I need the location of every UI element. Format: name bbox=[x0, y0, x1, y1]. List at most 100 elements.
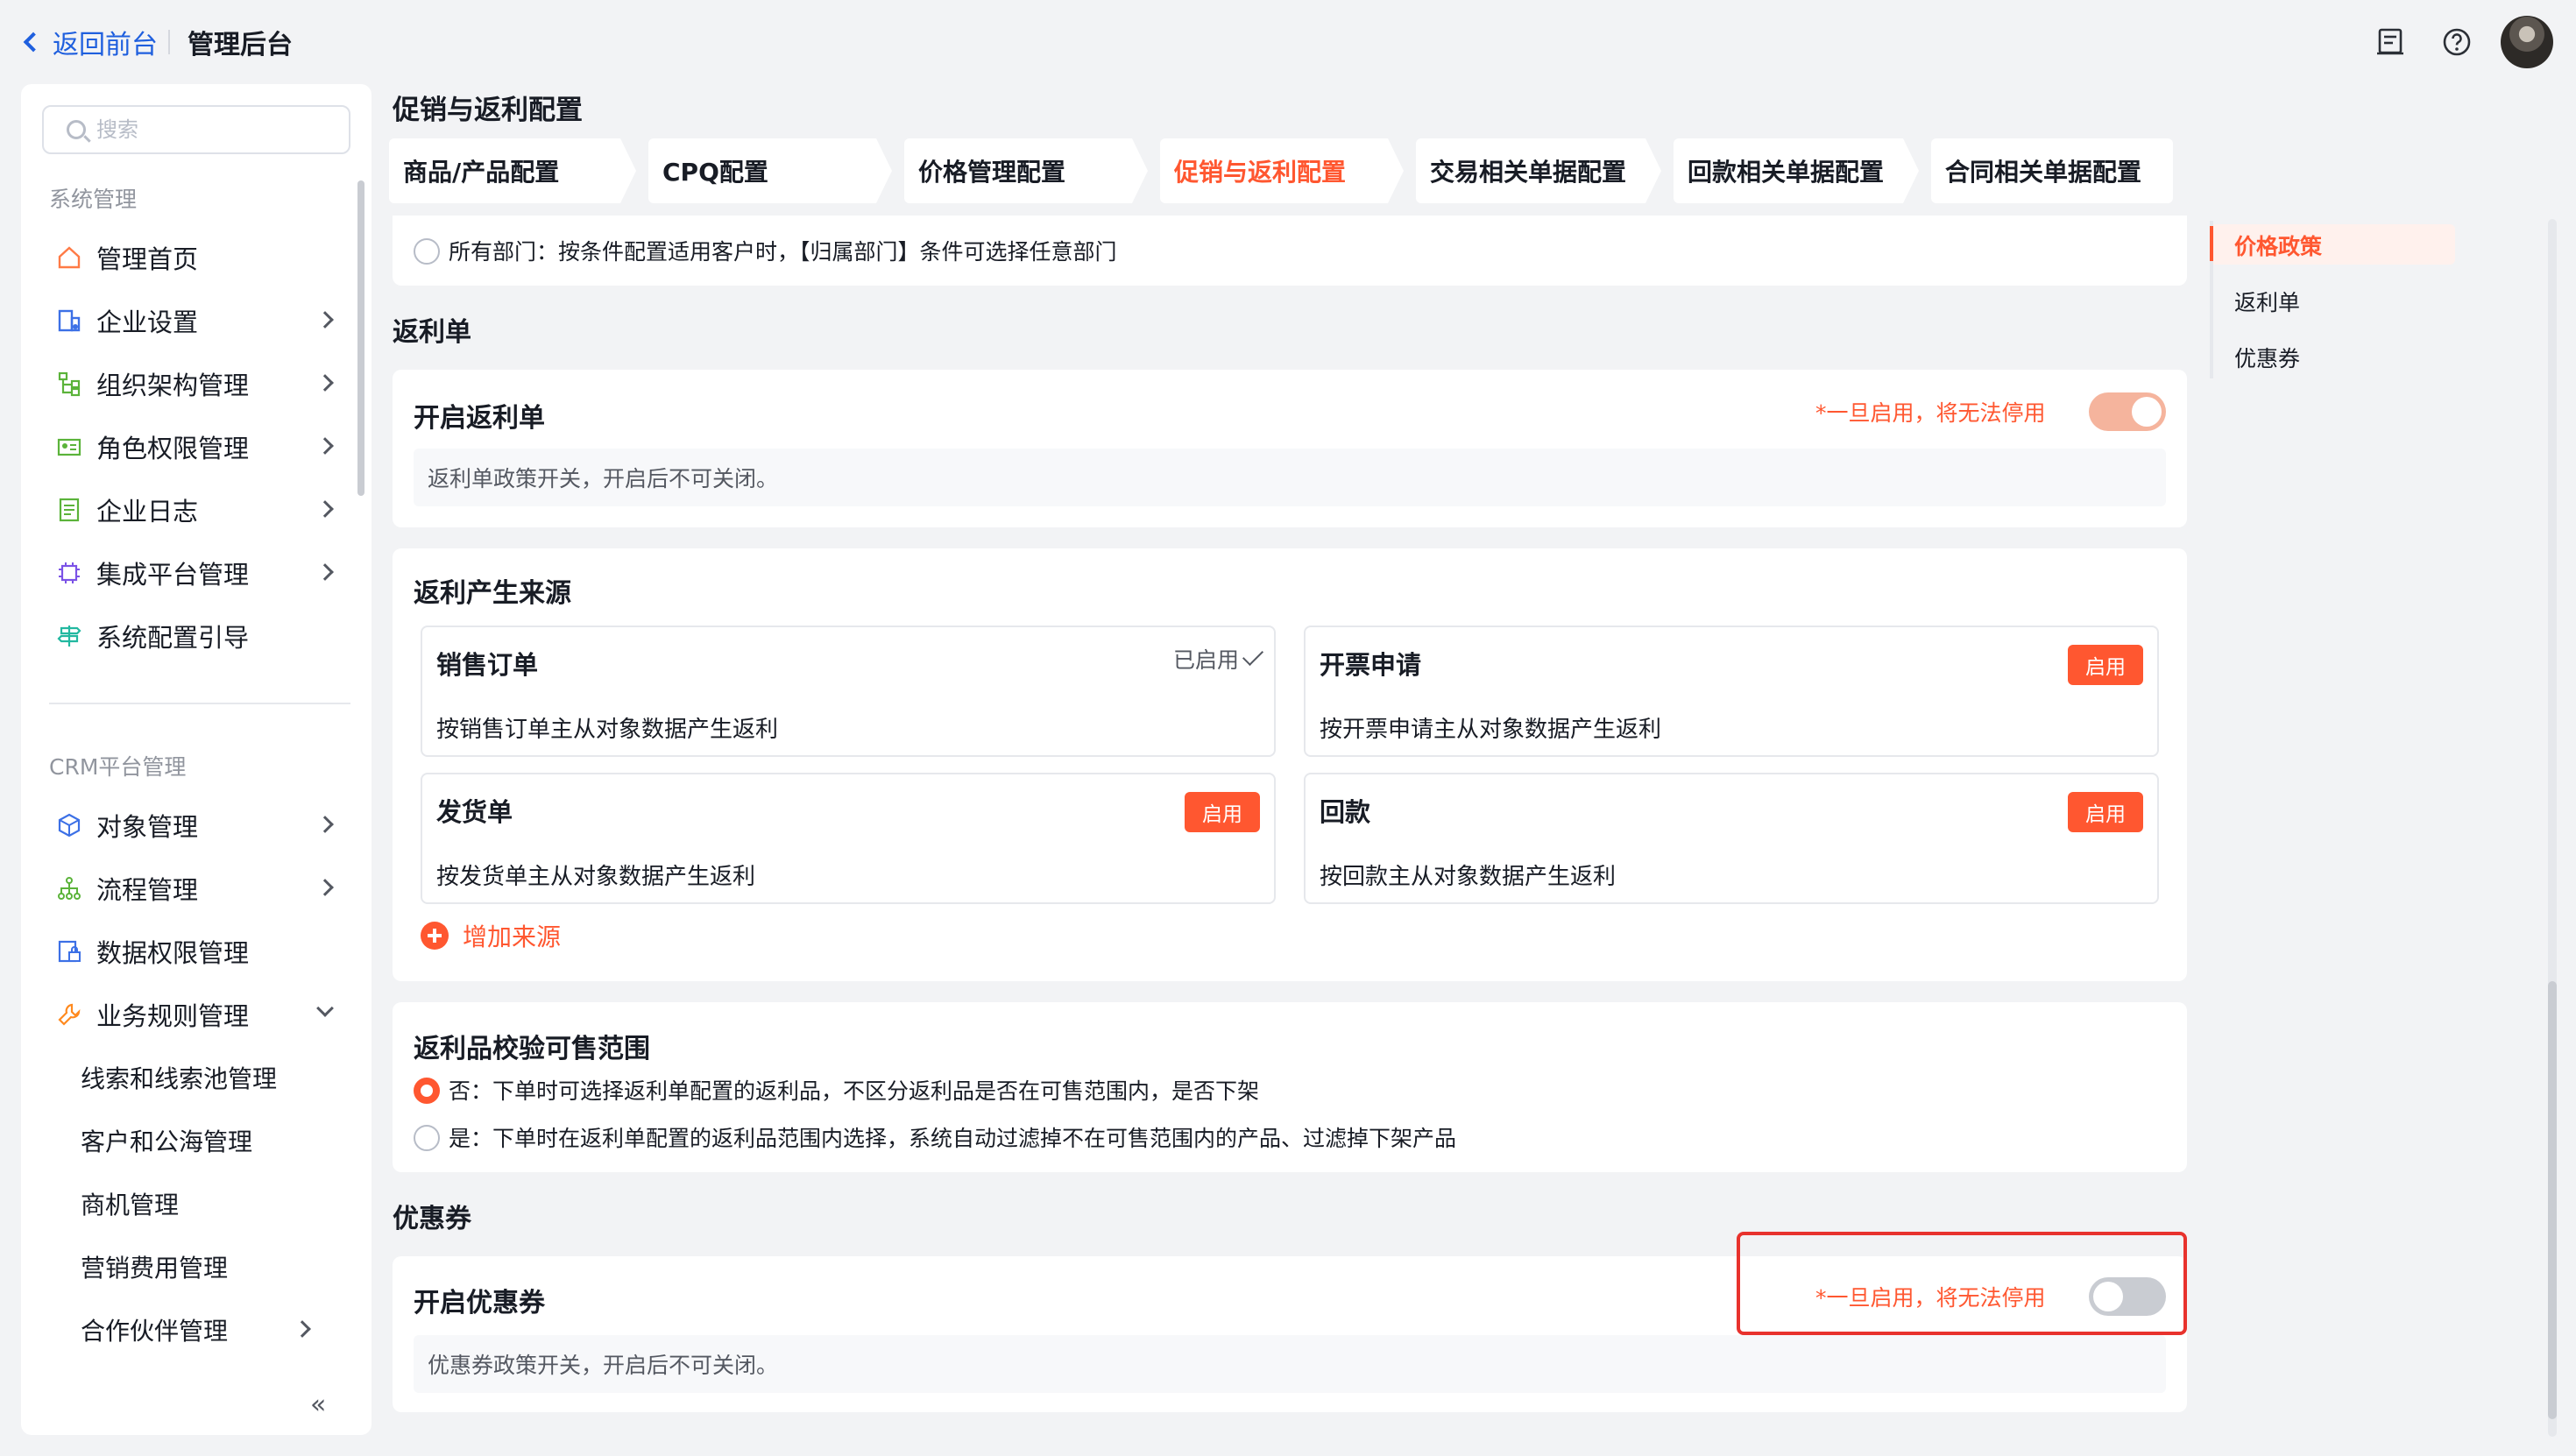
enterprise-icon bbox=[54, 306, 84, 336]
sidebar-item-label: 业务规则管理 bbox=[96, 1001, 250, 1031]
sidebar-item-label: 对象管理 bbox=[96, 812, 199, 842]
scrollbar-thumb[interactable] bbox=[2548, 981, 2557, 1419]
tab-contract-docs[interactable]: 合同相关单据配置 bbox=[1931, 138, 2173, 203]
sidebar-item-role-permissions[interactable]: 角色权限管理 bbox=[54, 422, 343, 471]
rebate-card-title: 开启返利单 bbox=[414, 403, 545, 434]
user-avatar[interactable] bbox=[2501, 16, 2553, 68]
sidebar-item-org-structure[interactable]: 组织架构管理 bbox=[54, 359, 343, 408]
scope-option-no-label: 否：下单时可选择返利单配置的返利品，不区分返利品是否在可售范围内，是否下架 bbox=[449, 1078, 1260, 1104]
add-source-label: 增加来源 bbox=[463, 922, 562, 951]
scope-option-no-radio[interactable] bbox=[414, 1078, 440, 1104]
chevron-right-icon bbox=[316, 500, 334, 518]
top-divider bbox=[168, 30, 170, 54]
sidebar-subitem-customers[interactable]: 客户和公海管理 bbox=[81, 1116, 343, 1165]
source-desc: 按开票申请主从对象数据产生返利 bbox=[1320, 717, 1662, 743]
collapse-sidebar-button[interactable]: « bbox=[310, 1389, 326, 1420]
all-departments-radio[interactable] bbox=[414, 238, 440, 265]
back-label: 返回前台 bbox=[53, 30, 158, 60]
chevron-right-icon bbox=[316, 816, 334, 833]
coupon-toggle[interactable] bbox=[2089, 1277, 2166, 1316]
sidebar-subitem-marketing-expense[interactable]: 营销费用管理 bbox=[81, 1242, 343, 1291]
sidebar-item-enterprise-log[interactable]: 企业日志 bbox=[54, 485, 343, 534]
sidebar-scrollbar[interactable] bbox=[357, 180, 364, 496]
chevron-left-icon bbox=[23, 32, 44, 53]
source-title: 回款 bbox=[1320, 797, 1371, 827]
rebate-sources-card: 返利产生来源 销售订单 已启用 按销售订单主从对象数据产生返利 开票申请 启用 … bbox=[393, 548, 2187, 981]
coupon-section-title: 优惠券 bbox=[393, 1204, 471, 1234]
source-desc: 按销售订单主从对象数据产生返利 bbox=[436, 717, 779, 743]
sidebar-item-integration-platform[interactable]: 集成平台管理 bbox=[54, 548, 343, 597]
anchor-coupon[interactable]: 优惠券 bbox=[2234, 342, 2300, 373]
sidebar: 系统管理 管理首页 企业设置 组织架构管理 角色权限管理 企业日志 bbox=[21, 84, 372, 1435]
sidebar-search[interactable] bbox=[42, 105, 350, 154]
toggle-knob bbox=[2132, 397, 2162, 427]
sidebar-item-enterprise-settings[interactable]: 企业设置 bbox=[54, 296, 343, 345]
source-title: 发货单 bbox=[436, 797, 513, 827]
data-lock-icon bbox=[54, 937, 84, 966]
toggle-knob bbox=[2093, 1282, 2123, 1311]
signpost-icon bbox=[54, 621, 84, 651]
tab-payment-docs[interactable]: 回款相关单据配置 bbox=[1674, 138, 1919, 203]
tab-product-config[interactable]: 商品/产品配置 bbox=[389, 138, 636, 203]
add-source-button[interactable]: 增加来源 bbox=[421, 918, 561, 953]
page-title: 促销与返利配置 bbox=[393, 95, 583, 126]
chevron-right-icon bbox=[316, 879, 334, 896]
chevron-down-icon bbox=[316, 1000, 334, 1017]
sidebar-divider bbox=[49, 703, 350, 704]
main-scrollbar[interactable] bbox=[2548, 219, 2557, 1437]
sidebar-item-process-management[interactable]: 流程管理 bbox=[54, 864, 343, 913]
chevron-right-icon bbox=[316, 563, 334, 581]
enable-invoice-source-button[interactable]: 启用 bbox=[2068, 645, 2143, 685]
home-icon bbox=[54, 243, 84, 272]
sidebar-subitem-leads[interactable]: 线索和线索池管理 bbox=[81, 1053, 343, 1102]
source-payment: 回款 启用 按回款主从对象数据产生返利 bbox=[1304, 773, 2159, 904]
help-icon[interactable] bbox=[2441, 26, 2473, 58]
chip-icon bbox=[54, 558, 84, 588]
tab-promotion-rebate[interactable]: 促销与返利配置 bbox=[1160, 138, 1404, 203]
sidebar-item-label: 系统配置引导 bbox=[96, 623, 250, 653]
rebate-description: 返利单政策开关，开启后不可关闭。 bbox=[414, 449, 2166, 506]
anchor-price-policy[interactable]: 价格政策 bbox=[2234, 230, 2322, 261]
coupon-toggle-card: 开启优惠券 *一旦启用，将无法停用 优惠券政策开关，开启后不可关闭。 bbox=[393, 1256, 2187, 1412]
rebate-scope-card: 返利品校验可售范围 否：下单时可选择返利单配置的返利品，不区分返利品是否在可售范… bbox=[393, 1002, 2187, 1172]
sidebar-item-object-management[interactable]: 对象管理 bbox=[54, 801, 343, 850]
sidebar-item-admin-home[interactable]: 管理首页 bbox=[54, 233, 343, 282]
tab-cpq-config[interactable]: CPQ配置 bbox=[648, 138, 892, 203]
all-departments-label: 所有部门：按条件配置适用客户时，【归属部门】条件可选择任意部门 bbox=[449, 239, 1117, 265]
tab-price-management[interactable]: 价格管理配置 bbox=[904, 138, 1148, 203]
source-desc: 按发货单主从对象数据产生返利 bbox=[436, 864, 756, 890]
top-bar: 返回前台 管理后台 bbox=[0, 0, 2576, 82]
sidebar-item-data-permissions[interactable]: 数据权限管理 bbox=[54, 927, 343, 976]
enable-delivery-source-button[interactable]: 启用 bbox=[1185, 792, 1260, 832]
search-input[interactable] bbox=[96, 117, 324, 142]
tab-transaction-docs[interactable]: 交易相关单据配置 bbox=[1416, 138, 1661, 203]
back-to-frontend-link[interactable]: 返回前台 bbox=[21, 23, 158, 61]
source-invoice-request: 开票申请 启用 按开票申请主从对象数据产生返利 bbox=[1304, 626, 2159, 757]
chevron-right-icon bbox=[316, 374, 334, 392]
group-system-management: 系统管理 bbox=[49, 187, 138, 212]
sidebar-item-system-config-guide[interactable]: 系统配置引导 bbox=[54, 611, 343, 661]
rebate-toggle[interactable] bbox=[2089, 392, 2166, 431]
enabled-label: 已启用 bbox=[1172, 647, 1239, 673]
sidebar-subitem-opportunities[interactable]: 商机管理 bbox=[81, 1179, 343, 1228]
rebate-sources-title: 返利产生来源 bbox=[414, 578, 571, 609]
coupon-warning: *一旦启用，将无法停用 bbox=[1815, 1285, 2046, 1311]
chevron-right-icon bbox=[316, 437, 334, 455]
rebate-section-title: 返利单 bbox=[393, 317, 471, 348]
source-sales-order: 销售订单 已启用 按销售订单主从对象数据产生返利 bbox=[421, 626, 1276, 757]
log-icon bbox=[54, 495, 84, 525]
cube-icon bbox=[54, 810, 84, 840]
sidebar-subitem-partners[interactable]: 合作伙伴管理 bbox=[81, 1305, 343, 1354]
scope-option-yes-radio[interactable] bbox=[414, 1125, 440, 1151]
group-crm-platform: CRM平台管理 bbox=[49, 754, 187, 780]
sidebar-item-label: 流程管理 bbox=[96, 875, 199, 905]
sidebar-subitem-label: 合作伙伴管理 bbox=[81, 1317, 229, 1346]
anchor-rebate[interactable]: 返利单 bbox=[2234, 286, 2300, 317]
rebate-warning: *一旦启用，将无法停用 bbox=[1815, 400, 2046, 426]
sidebar-item-label: 集成平台管理 bbox=[96, 560, 250, 590]
enable-payment-source-button[interactable]: 启用 bbox=[2068, 792, 2143, 832]
org-chart-icon bbox=[54, 369, 84, 399]
sidebar-item-business-rules[interactable]: 业务规则管理 bbox=[54, 990, 343, 1039]
notes-icon[interactable] bbox=[2374, 26, 2406, 58]
anchor-active-indicator bbox=[2210, 226, 2213, 261]
